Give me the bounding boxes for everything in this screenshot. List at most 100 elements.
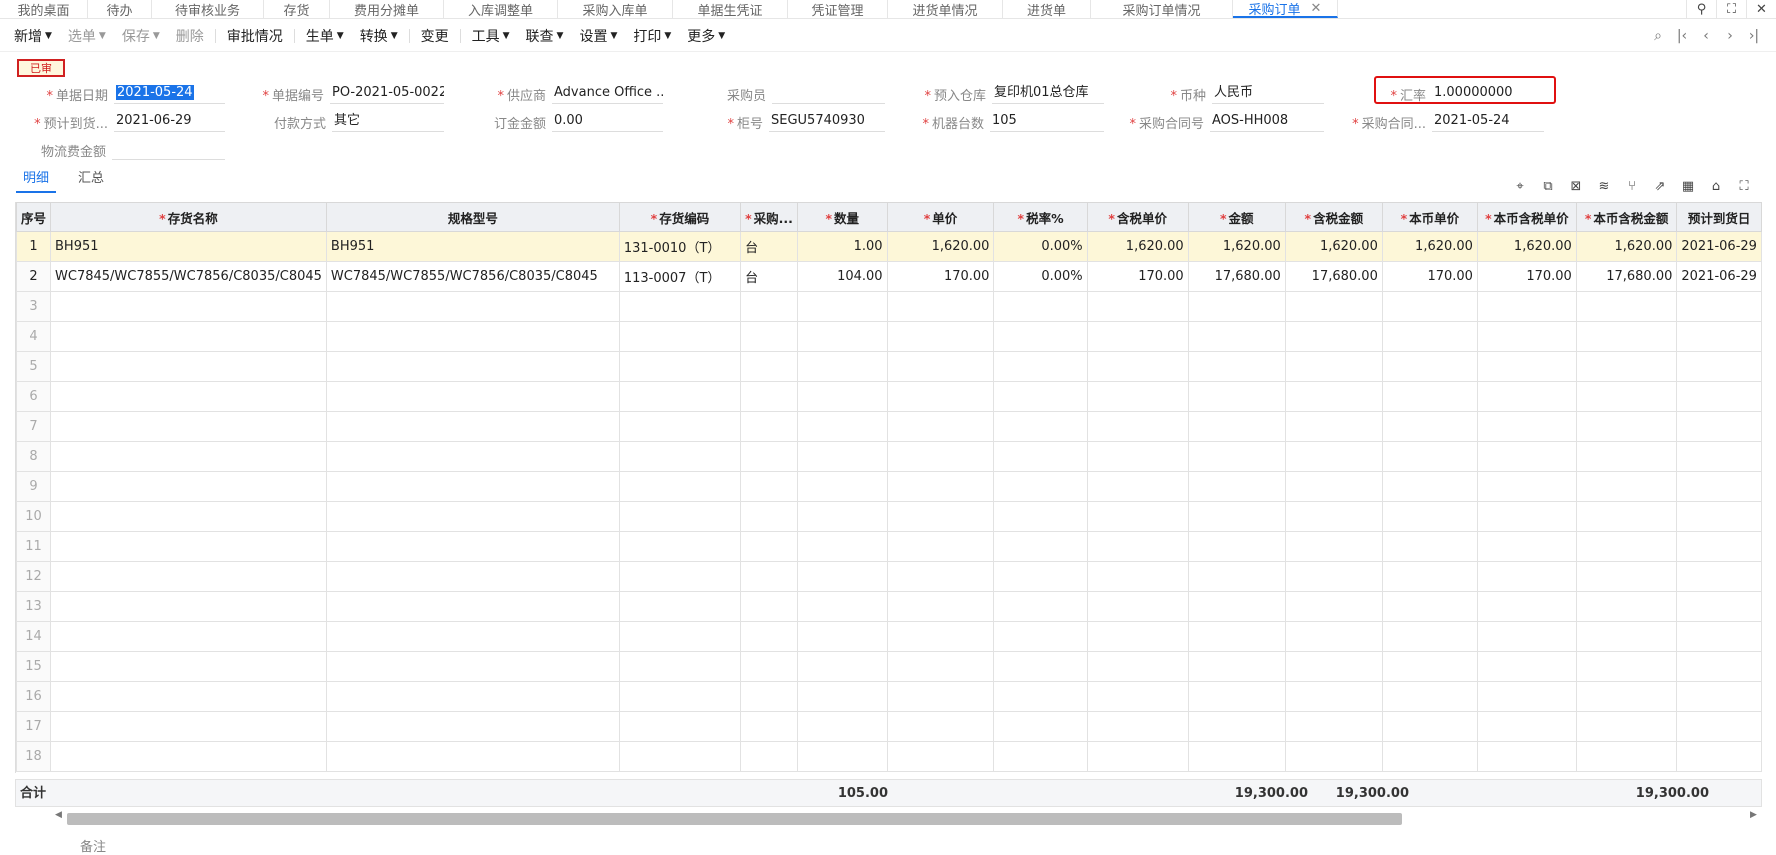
deposit-field[interactable]: 订金金额 0.00 bbox=[460, 110, 663, 132]
table-row-empty[interactable]: 18 bbox=[16, 741, 1762, 772]
payment-field[interactable]: 付款方式 其它 bbox=[240, 110, 444, 132]
new-button[interactable]: 新增 ▼ bbox=[6, 26, 60, 46]
empty-cell[interactable] bbox=[618, 711, 742, 742]
empty-cell[interactable] bbox=[1381, 531, 1478, 562]
empty-cell[interactable] bbox=[1575, 621, 1678, 652]
cell-qty[interactable]: 104.00 bbox=[796, 261, 888, 292]
empty-cell[interactable] bbox=[1086, 411, 1189, 442]
empty-cell[interactable] bbox=[1381, 381, 1478, 412]
empty-cell[interactable] bbox=[740, 381, 798, 412]
empty-cell[interactable] bbox=[1381, 681, 1478, 712]
empty-cell[interactable] bbox=[1086, 621, 1189, 652]
table-row-empty[interactable]: 9 bbox=[16, 471, 1762, 502]
empty-cell[interactable] bbox=[886, 501, 995, 532]
doc-no-field[interactable]: * 单据编号 PO-2021-05-0022 bbox=[240, 82, 444, 104]
empty-cell[interactable] bbox=[618, 651, 742, 682]
empty-cell[interactable] bbox=[50, 411, 327, 442]
tab-summary[interactable]: 汇总 bbox=[71, 169, 111, 193]
empty-cell[interactable] bbox=[1676, 741, 1762, 772]
cell-local-tax-price[interactable]: 170.00 bbox=[1476, 261, 1577, 292]
cell-tax-price[interactable]: 170.00 bbox=[1086, 261, 1189, 292]
scrollbar-thumb[interactable] bbox=[67, 813, 1402, 825]
empty-cell[interactable] bbox=[1284, 381, 1383, 412]
logistics-value[interactable] bbox=[112, 138, 225, 160]
empty-cell[interactable] bbox=[618, 351, 742, 382]
tab-purchase-order[interactable]: 采购订单 ✕ bbox=[1233, 0, 1338, 18]
close-icon[interactable]: ✕ bbox=[1311, 1, 1322, 16]
tab-todo[interactable]: 待办 bbox=[88, 0, 152, 19]
expected-date-field[interactable]: * 预计到货... 2021-06-29 bbox=[20, 110, 225, 132]
empty-cell[interactable] bbox=[740, 471, 798, 502]
delete-button[interactable]: 删除 bbox=[168, 26, 212, 46]
empty-cell[interactable] bbox=[325, 351, 620, 382]
empty-cell[interactable] bbox=[1676, 711, 1762, 742]
empty-cell[interactable] bbox=[1086, 321, 1189, 352]
empty-cell[interactable] bbox=[740, 321, 798, 352]
empty-cell[interactable] bbox=[886, 441, 995, 472]
empty-cell[interactable] bbox=[1284, 561, 1383, 592]
last-record-icon[interactable]: ›| bbox=[1742, 24, 1766, 48]
empty-cell[interactable] bbox=[1284, 591, 1383, 622]
empty-cell[interactable] bbox=[325, 651, 620, 682]
warehouse-value[interactable]: 复印机01总仓库 bbox=[992, 82, 1104, 104]
print-button[interactable]: 打印 ▼ bbox=[625, 26, 679, 46]
empty-cell[interactable] bbox=[1476, 501, 1577, 532]
empty-cell[interactable] bbox=[618, 441, 742, 472]
empty-cell[interactable] bbox=[1575, 471, 1678, 502]
cell-tax-amount[interactable]: 17,680.00 bbox=[1284, 261, 1383, 292]
cabinet-value[interactable]: SEGU5740930 bbox=[769, 110, 885, 132]
empty-cell[interactable] bbox=[1086, 291, 1189, 322]
col-local-tax-price[interactable]: * 本币含税单价 bbox=[1476, 202, 1577, 232]
tools-button[interactable]: 工具 ▼ bbox=[464, 26, 518, 46]
empty-cell[interactable] bbox=[796, 501, 888, 532]
contract-date-field[interactable]: * 采购合同... 2021-05-24 bbox=[1340, 110, 1544, 132]
cell-amount[interactable]: 17,680.00 bbox=[1187, 261, 1286, 292]
col-price[interactable]: * 单价 bbox=[886, 202, 995, 232]
change-button[interactable]: 变更 bbox=[413, 26, 457, 46]
approval-button[interactable]: 审批情况 bbox=[219, 26, 291, 46]
empty-cell[interactable] bbox=[740, 441, 798, 472]
col-tax-amount[interactable]: * 含税金额 bbox=[1284, 202, 1383, 232]
empty-cell[interactable] bbox=[1284, 681, 1383, 712]
empty-cell[interactable] bbox=[1676, 651, 1762, 682]
col-spec[interactable]: 规格型号 bbox=[325, 202, 620, 232]
empty-cell[interactable] bbox=[1086, 651, 1189, 682]
cell-local-price[interactable]: 170.00 bbox=[1381, 261, 1478, 292]
col-item-code[interactable]: * 存货编码 bbox=[618, 202, 742, 232]
empty-cell[interactable] bbox=[796, 681, 888, 712]
cell-price[interactable]: 1,620.00 bbox=[886, 231, 995, 262]
contract-date-value[interactable]: 2021-05-24 bbox=[1432, 110, 1544, 132]
empty-cell[interactable] bbox=[1086, 591, 1189, 622]
payment-value[interactable]: 其它 bbox=[332, 110, 444, 132]
tab-expense-allocation[interactable]: 费用分摊单 bbox=[330, 0, 444, 19]
empty-cell[interactable] bbox=[886, 381, 995, 412]
next-record-icon[interactable]: › bbox=[1718, 24, 1742, 48]
cell-unit[interactable]: 台 bbox=[740, 231, 798, 262]
empty-cell[interactable] bbox=[740, 621, 798, 652]
cell-expected-date[interactable]: 2021-06-29 bbox=[1676, 231, 1762, 262]
empty-cell[interactable] bbox=[1575, 441, 1678, 472]
empty-cell[interactable] bbox=[50, 531, 327, 562]
cell-tax-price[interactable]: 1,620.00 bbox=[1086, 231, 1189, 262]
warehouse-field[interactable]: * 预入仓库 复印机01总仓库 bbox=[900, 82, 1104, 104]
empty-cell[interactable] bbox=[1086, 381, 1189, 412]
empty-cell[interactable] bbox=[1086, 561, 1189, 592]
cell-tax-rate[interactable]: 0.00% bbox=[993, 261, 1088, 292]
tab-desktop[interactable]: 我的桌面 bbox=[0, 0, 88, 19]
empty-cell[interactable] bbox=[886, 561, 995, 592]
table-row-empty[interactable]: 17 bbox=[16, 711, 1762, 742]
empty-cell[interactable] bbox=[50, 741, 327, 772]
empty-cell[interactable] bbox=[796, 291, 888, 322]
empty-cell[interactable] bbox=[1676, 441, 1762, 472]
empty-cell[interactable] bbox=[886, 411, 995, 442]
cabinet-field[interactable]: * 柜号 SEGU5740930 bbox=[680, 110, 885, 132]
empty-cell[interactable] bbox=[50, 351, 327, 382]
empty-cell[interactable] bbox=[1187, 471, 1286, 502]
export-icon[interactable]: ⇗ bbox=[1646, 176, 1674, 196]
more-button[interactable]: 更多 ▼ bbox=[679, 26, 733, 46]
empty-cell[interactable] bbox=[740, 561, 798, 592]
empty-cell[interactable] bbox=[993, 351, 1088, 382]
empty-cell[interactable] bbox=[1476, 591, 1577, 622]
empty-cell[interactable] bbox=[1086, 681, 1189, 712]
empty-cell[interactable] bbox=[1476, 711, 1577, 742]
